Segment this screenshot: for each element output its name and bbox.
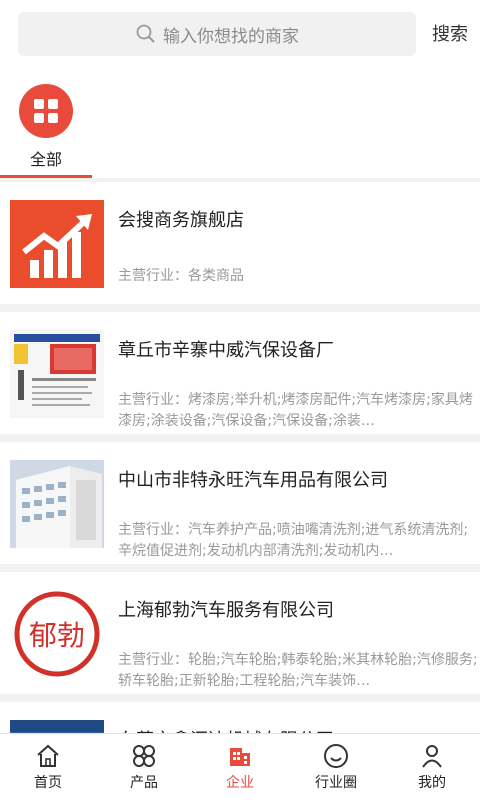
- list-item[interactable]: 会搜商务旗舰店 主营行业：各类商品: [0, 182, 480, 304]
- company-thumbnail: 郁勃: [10, 590, 104, 678]
- list-item[interactable]: 中山市非特永旺汽车用品有限公司 主营行业：汽车养护产品;喷油嘴清洗剂;进气系统清…: [0, 442, 480, 564]
- tab-label: 产品: [130, 775, 158, 791]
- company-icon: [230, 748, 250, 766]
- product-icon: [133, 745, 155, 767]
- home-icon: [37, 744, 59, 767]
- company-thumbnail: [10, 460, 104, 548]
- company-description: 主营行业：各类商品: [118, 268, 244, 284]
- company-description: 主营行业：烤漆房;举升机;烤漆房配件;汽车烤漆房;家具烤漆房;涂装设备;汽保设备…: [118, 392, 473, 429]
- tab-label: 行业圈: [315, 775, 357, 791]
- company-thumbnail: [10, 330, 104, 418]
- user-icon: [422, 745, 442, 768]
- search-input[interactable]: 输入你想找的商家: [18, 12, 416, 56]
- building-photo: [10, 460, 104, 548]
- svg-text:郁勃: 郁勃: [29, 619, 85, 652]
- grid-icon: [19, 84, 73, 138]
- company-thumbnail: [10, 200, 104, 288]
- top-bar: 输入你想找的商家 搜索: [0, 0, 480, 66]
- category-row: 全部: [0, 66, 480, 178]
- search-placeholder: 输入你想找的商家: [163, 26, 299, 47]
- tab-label: 企业: [226, 775, 254, 791]
- chart-logo: [10, 200, 104, 288]
- tab-company[interactable]: 企业: [192, 734, 288, 800]
- tab-label: 我的: [418, 775, 446, 791]
- search-button[interactable]: 搜索: [432, 20, 468, 46]
- spray-booth-photo: [10, 330, 104, 418]
- list-item[interactable]: 郁勃 上海郁勃汽车服务有限公司 主营行业：轮胎;汽车轮胎;韩泰轮胎;米其林轮胎;…: [0, 572, 480, 694]
- tab-label: 首页: [34, 775, 62, 791]
- smile-icon: [324, 744, 348, 768]
- search-icon: [136, 24, 155, 43]
- tab-industry-circle[interactable]: 行业圈: [288, 734, 384, 800]
- bottom-tab-bar: 首页 产品 企业 行业圈 我的: [0, 733, 480, 800]
- company-name: 章丘市辛寨中威汽保设备厂: [118, 340, 334, 361]
- company-name: 会搜商务旗舰店: [118, 210, 244, 231]
- company-name: 中山市非特永旺汽车用品有限公司: [118, 470, 388, 491]
- seal-logo: 郁勃: [10, 590, 104, 678]
- tab-home[interactable]: 首页: [0, 734, 96, 800]
- tab-products[interactable]: 产品: [96, 734, 192, 800]
- company-name: 上海郁勃汽车服务有限公司: [118, 600, 334, 621]
- company-description: 主营行业：汽车养护产品;喷油嘴清洗剂;进气系统清洗剂;辛烷值促进剂;发动机内部清…: [118, 522, 469, 559]
- active-indicator: [0, 175, 92, 178]
- category-label: 全部: [29, 150, 62, 169]
- category-all[interactable]: 全部: [0, 84, 92, 178]
- company-description: 主营行业：轮胎;汽车轮胎;韩泰轮胎;米其林轮胎;汽修服务;轿车轮胎;正新轮胎;工…: [118, 652, 478, 689]
- list-item[interactable]: 章丘市辛寨中威汽保设备厂 主营行业：烤漆房;举升机;烤漆房配件;汽车烤漆房;家具…: [0, 312, 480, 434]
- tab-mine[interactable]: 我的: [384, 734, 480, 800]
